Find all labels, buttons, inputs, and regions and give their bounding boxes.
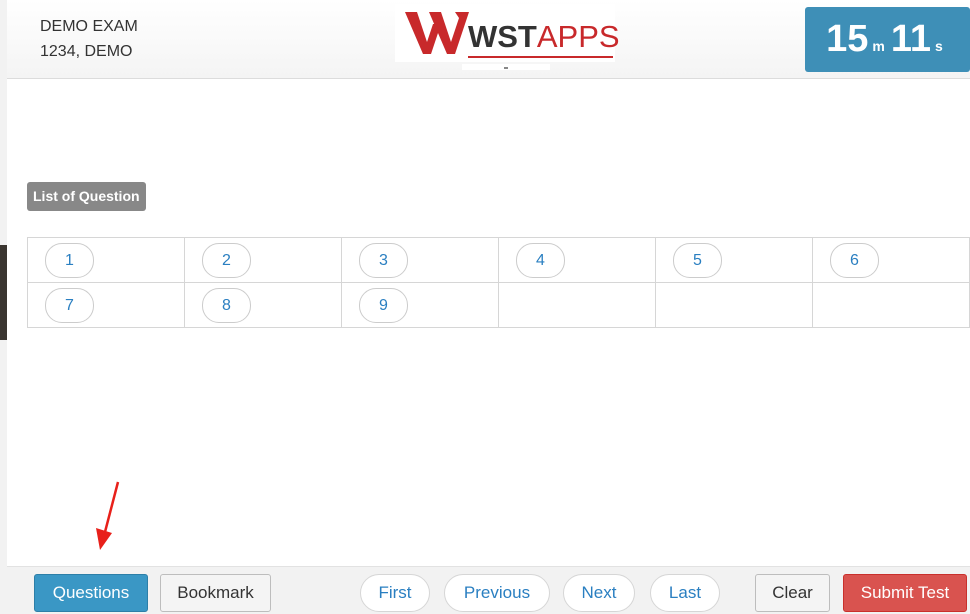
- question-list-label: List of Question: [27, 182, 146, 211]
- question-button-4[interactable]: 4: [516, 242, 565, 278]
- timer-minutes-unit: m: [872, 38, 885, 54]
- question-button-5[interactable]: 5: [673, 242, 722, 278]
- candidate-name: 1234, DEMO: [40, 43, 133, 60]
- footer-toolbar: Questions Bookmark First Previous Next L…: [7, 566, 970, 614]
- timer-seconds: 11: [890, 18, 932, 60]
- background-strip: [0, 245, 7, 340]
- question-button-8[interactable]: 8: [202, 287, 251, 323]
- submit-test-button[interactable]: Submit Test: [843, 574, 967, 612]
- question-cell: 5: [655, 237, 813, 283]
- question-cell-empty: [812, 282, 970, 328]
- logo-wst: WST: [468, 19, 537, 54]
- question-grid: 1 2 3 4 5 6 7 8 9: [27, 237, 970, 328]
- question-button-3[interactable]: 3: [359, 242, 408, 278]
- question-cell: 6: [812, 237, 970, 283]
- question-cell-empty: [498, 282, 656, 328]
- question-button-6[interactable]: 6: [830, 242, 879, 278]
- question-row: 1 2 3 4 5 6: [27, 237, 970, 283]
- exam-info: DEMO EXAM 1234, DEMO: [40, 14, 138, 64]
- exam-title: DEMO EXAM: [40, 18, 138, 35]
- logo-apps: APPS: [536, 19, 620, 54]
- timer-minutes: 15: [826, 18, 869, 60]
- next-button[interactable]: Next: [563, 574, 635, 612]
- red-arrow-icon: [96, 481, 120, 550]
- timer-seconds-unit: s: [935, 38, 943, 54]
- question-cell: 7: [27, 282, 185, 328]
- countdown-timer: 15 m 11 s: [805, 7, 970, 72]
- question-cell: 2: [184, 237, 342, 283]
- clear-button[interactable]: Clear: [755, 574, 830, 612]
- logo-w-icon: [405, 12, 469, 54]
- logo-text: WSTAPPS: [468, 19, 620, 55]
- question-cell: 3: [341, 237, 499, 283]
- question-cell-empty: [655, 282, 813, 328]
- question-cell: 4: [498, 237, 656, 283]
- header-bar: DEMO EXAM 1234, DEMO WSTAPPS 15 m 11 s: [7, 0, 970, 79]
- question-button-2[interactable]: 2: [202, 242, 251, 278]
- question-button-7[interactable]: 7: [45, 287, 94, 323]
- questions-button[interactable]: Questions: [34, 574, 148, 612]
- question-cell: 9: [341, 282, 499, 328]
- first-button[interactable]: First: [360, 574, 430, 612]
- logo-underline: [468, 56, 613, 58]
- main-content: List of Question 1 2 3 4 5 6 7 8 9: [7, 79, 970, 566]
- question-button-1[interactable]: 1: [45, 242, 94, 278]
- question-row: 7 8 9: [27, 282, 970, 328]
- bookmark-button[interactable]: Bookmark: [160, 574, 271, 612]
- exam-page: DEMO EXAM 1234, DEMO WSTAPPS 15 m 11 s List…: [0, 0, 970, 614]
- logo-tab-dot: [504, 67, 508, 69]
- wstapps-logo: WSTAPPS: [395, 4, 620, 62]
- last-button[interactable]: Last: [650, 574, 720, 612]
- question-cell: 1: [27, 237, 185, 283]
- question-button-9[interactable]: 9: [359, 287, 408, 323]
- question-cell: 8: [184, 282, 342, 328]
- previous-button[interactable]: Previous: [444, 574, 550, 612]
